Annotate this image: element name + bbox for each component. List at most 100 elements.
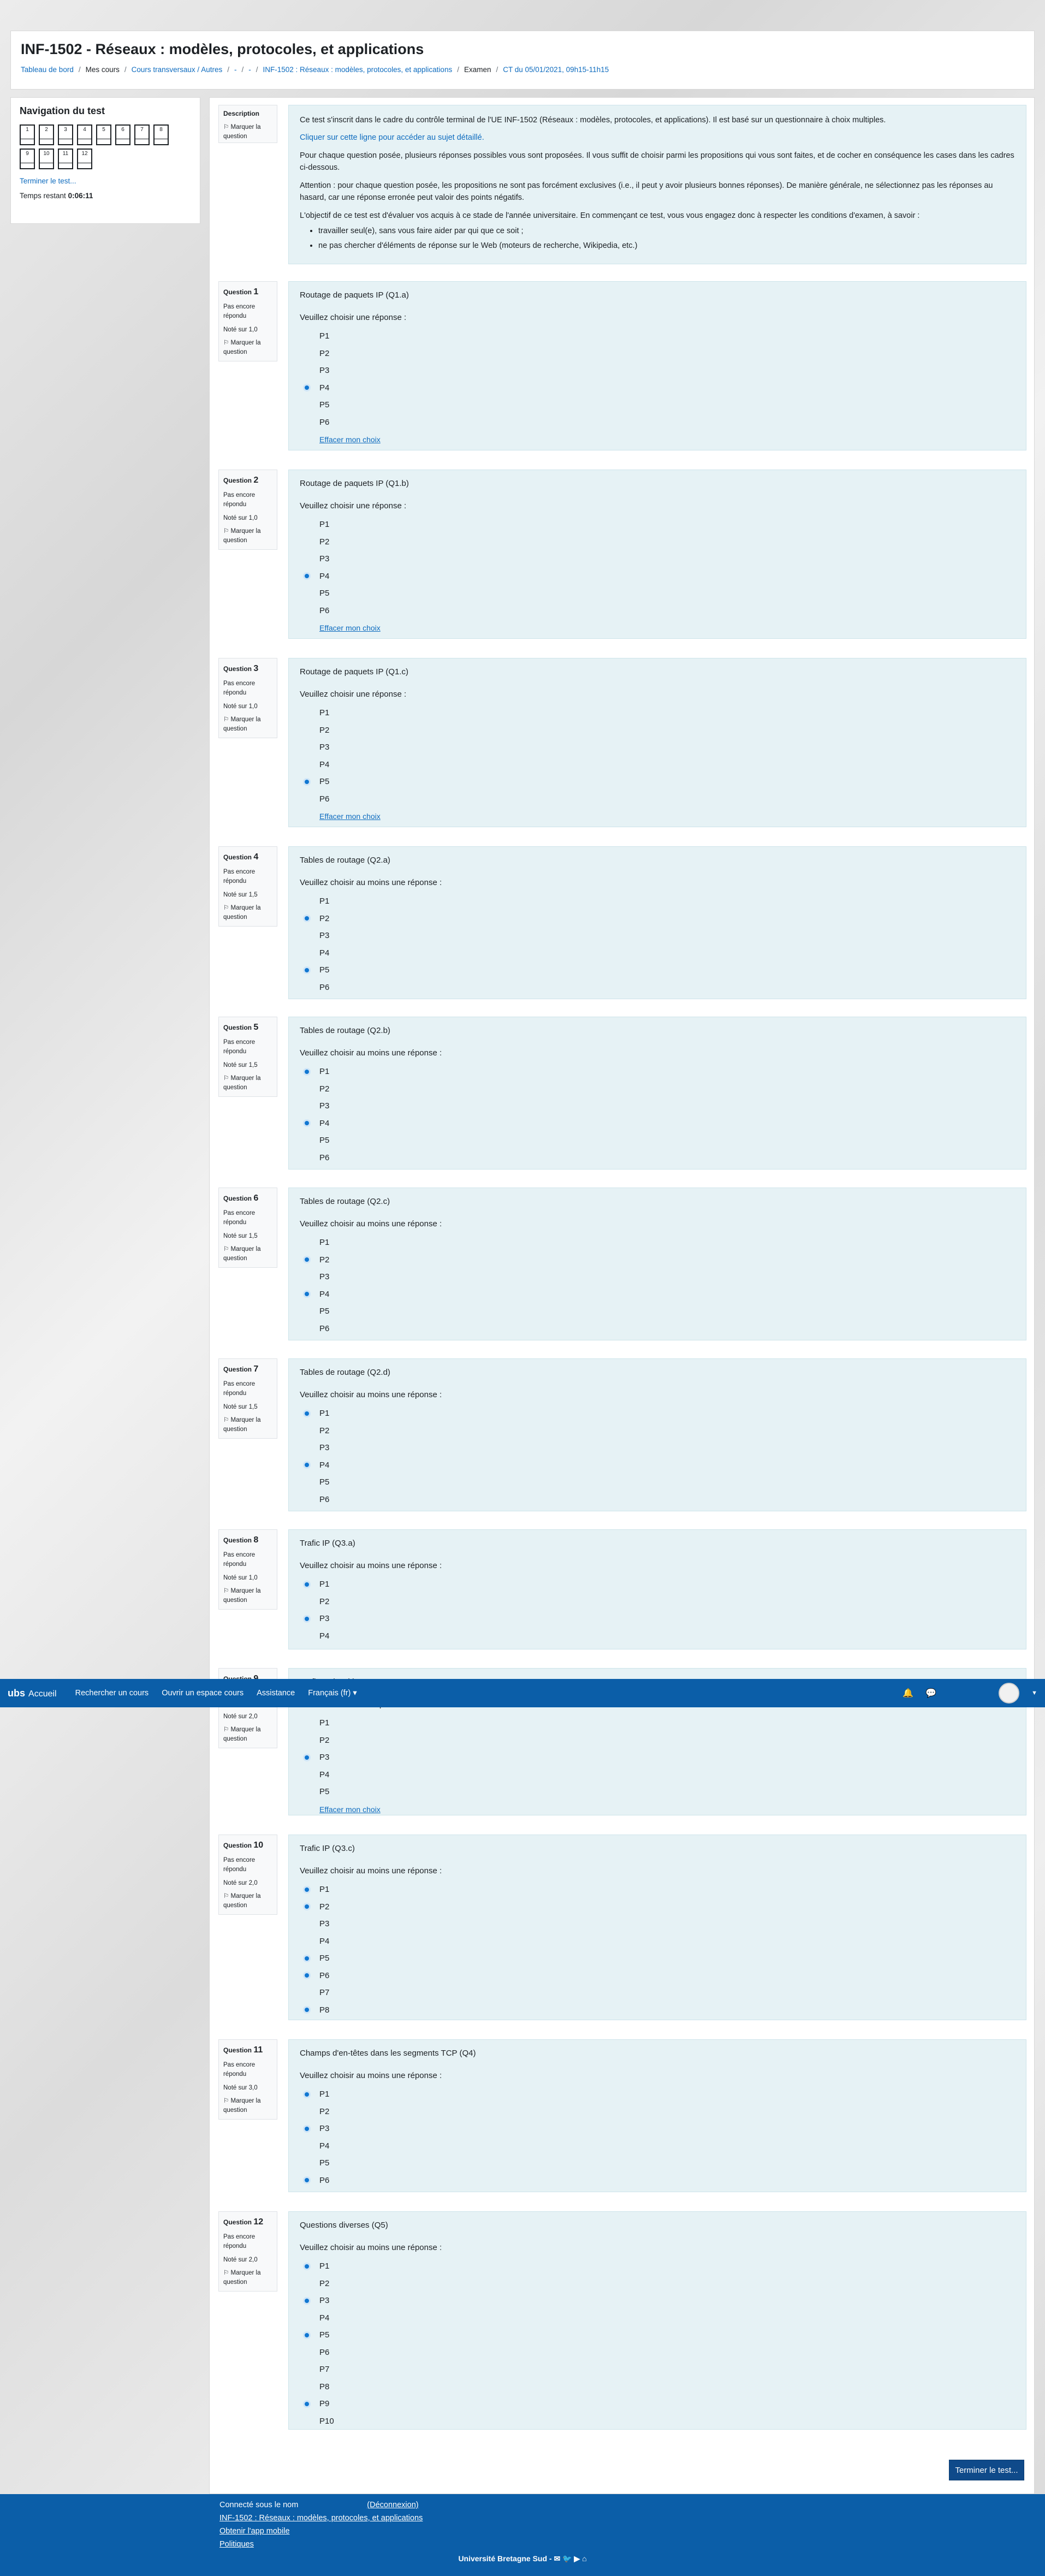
checkbox[interactable] — [303, 1137, 311, 1144]
checkbox[interactable] — [303, 1085, 311, 1093]
answer-option[interactable]: P1 — [303, 893, 1015, 910]
checkbox[interactable] — [303, 1239, 311, 1247]
answer-option[interactable]: P4 — [303, 945, 1015, 962]
mobile-app-link[interactable]: Obtenir l'app mobile — [219, 2525, 423, 2538]
checkbox[interactable] — [303, 2262, 311, 2270]
checkbox[interactable] — [303, 1920, 311, 1928]
quiz-nav-button[interactable]: 11 — [58, 149, 73, 169]
answer-option[interactable]: P7 — [303, 1984, 1015, 2002]
checkbox[interactable] — [303, 2090, 311, 2098]
flag-question-button[interactable]: ⚐ Marquer la question — [223, 1725, 272, 1743]
flag-question-button[interactable]: ⚐ Marquer la question — [223, 1892, 272, 1910]
clear-choice-link[interactable]: Effacer mon choix — [319, 812, 1015, 821]
answer-option[interactable]: P4 — [303, 1933, 1015, 1950]
checkbox[interactable] — [303, 2331, 311, 2339]
checkbox[interactable] — [303, 2176, 311, 2185]
logout-link[interactable]: (Déconnexion) — [367, 2498, 418, 2512]
answer-option[interactable]: P6 — [303, 1491, 1015, 1509]
answer-option[interactable]: P2 — [303, 2275, 1015, 2293]
answer-option[interactable]: P3 — [303, 362, 1015, 379]
checkbox[interactable] — [303, 2142, 311, 2150]
clear-choice-link[interactable]: Effacer mon choix — [319, 624, 1015, 632]
radio-button[interactable] — [303, 795, 311, 803]
radio-button[interactable] — [303, 1719, 311, 1727]
checkbox[interactable] — [303, 1119, 311, 1127]
quiz-nav-button[interactable]: 9 — [20, 149, 35, 169]
flag-question-button[interactable]: ⚐ Marquer la question — [223, 1245, 272, 1263]
answer-option[interactable]: P2 — [303, 2103, 1015, 2121]
answer-option[interactable]: P4 — [303, 1766, 1015, 1784]
answer-option[interactable]: P2 — [303, 1593, 1015, 1611]
answer-option[interactable]: P4 — [303, 2138, 1015, 2155]
checkbox[interactable] — [303, 2417, 311, 2425]
checkbox[interactable] — [303, 1479, 311, 1486]
quiz-nav-button[interactable]: 2 — [39, 124, 54, 145]
finish-attempt-link[interactable]: Terminer le test... — [20, 177, 191, 185]
nav-support[interactable]: Assistance — [257, 1689, 295, 1697]
finish-attempt-button[interactable]: Terminer le test... — [949, 2460, 1024, 2480]
radio-button[interactable] — [303, 418, 311, 426]
answer-option[interactable]: P4 — [303, 1286, 1015, 1303]
checkbox[interactable] — [303, 2006, 311, 2014]
checkbox[interactable] — [303, 2348, 311, 2356]
radio-button[interactable] — [303, 367, 311, 375]
radio-button[interactable] — [303, 590, 311, 597]
breadcrumb-item[interactable]: Tableau de bord — [21, 66, 74, 74]
answer-option[interactable]: P6 — [303, 791, 1015, 808]
detailed-subject-link[interactable]: Cliquer sur cette ligne pour accéder au … — [300, 133, 484, 142]
radio-button[interactable] — [303, 401, 311, 409]
quiz-nav-button[interactable]: 8 — [153, 124, 169, 145]
answer-option[interactable]: P6 — [303, 979, 1015, 996]
answer-option[interactable]: P1 — [303, 516, 1015, 533]
answer-option[interactable]: P3 — [303, 927, 1015, 945]
answer-option[interactable]: P6 — [303, 1149, 1015, 1167]
answer-option[interactable]: P2 — [303, 533, 1015, 551]
checkbox[interactable] — [303, 1290, 311, 1298]
chat-icon[interactable]: 💬 — [925, 1688, 936, 1699]
answer-option[interactable]: P6 — [303, 2172, 1015, 2189]
nav-open-course-space[interactable]: Ouvrir un espace cours — [162, 1689, 244, 1697]
answer-option[interactable]: P3 — [303, 1610, 1015, 1628]
checkbox[interactable] — [303, 1972, 311, 1980]
breadcrumb-item[interactable]: CT du 05/01/2021, 09h15-11h15 — [503, 66, 609, 74]
quiz-nav-button[interactable]: 12 — [77, 149, 92, 169]
language-menu[interactable]: Français (fr) ▾ — [308, 1689, 357, 1697]
checkbox[interactable] — [303, 1409, 311, 1417]
answer-option[interactable]: P5 — [303, 396, 1015, 414]
radio-button[interactable] — [303, 709, 311, 717]
radio-button[interactable] — [303, 572, 311, 580]
checkbox[interactable] — [303, 1615, 311, 1623]
checkbox[interactable] — [303, 966, 311, 974]
answer-option[interactable]: P4 — [303, 1628, 1015, 1645]
clear-choice-link[interactable]: Effacer mon choix — [319, 1805, 1015, 1814]
answer-option[interactable]: P4 — [303, 1115, 1015, 1132]
quiz-nav-button[interactable]: 6 — [115, 124, 130, 145]
answer-option[interactable]: P7 — [303, 2361, 1015, 2378]
answer-option[interactable]: P4 — [303, 568, 1015, 585]
checkbox[interactable] — [303, 1885, 311, 1894]
avatar[interactable] — [999, 1683, 1020, 1704]
checkbox[interactable] — [303, 2383, 311, 2390]
breadcrumb-item[interactable]: INF-1502 : Réseaux : modèles, protocoles… — [263, 66, 453, 74]
flag-question-button[interactable]: ⚐ Marquer la question — [223, 1074, 272, 1092]
checkbox[interactable] — [303, 1273, 311, 1281]
checkbox[interactable] — [303, 2124, 311, 2133]
radio-button[interactable] — [303, 761, 311, 768]
checkbox[interactable] — [303, 1256, 311, 1264]
radio-button[interactable] — [303, 349, 311, 357]
checkbox[interactable] — [303, 2400, 311, 2408]
answer-option[interactable]: P5 — [303, 585, 1015, 602]
chevron-down-icon[interactable]: ▼ — [1031, 1690, 1037, 1696]
answer-option[interactable]: P5 — [303, 773, 1015, 791]
answer-option[interactable]: P6 — [303, 2344, 1015, 2361]
checkbox[interactable] — [303, 983, 311, 991]
quiz-nav-button[interactable]: 7 — [134, 124, 150, 145]
policies-link[interactable]: Politiques — [219, 2538, 423, 2551]
bell-icon[interactable]: 🔔 — [903, 1688, 913, 1699]
answer-option[interactable]: P2 — [303, 910, 1015, 928]
radio-button[interactable] — [303, 384, 311, 392]
breadcrumb-item[interactable]: Cours transversaux / Autres — [132, 66, 223, 74]
answer-option[interactable]: P5 — [303, 2326, 1015, 2344]
answer-option[interactable]: P8 — [303, 2002, 1015, 2019]
answer-option[interactable]: P2 — [303, 1081, 1015, 1098]
